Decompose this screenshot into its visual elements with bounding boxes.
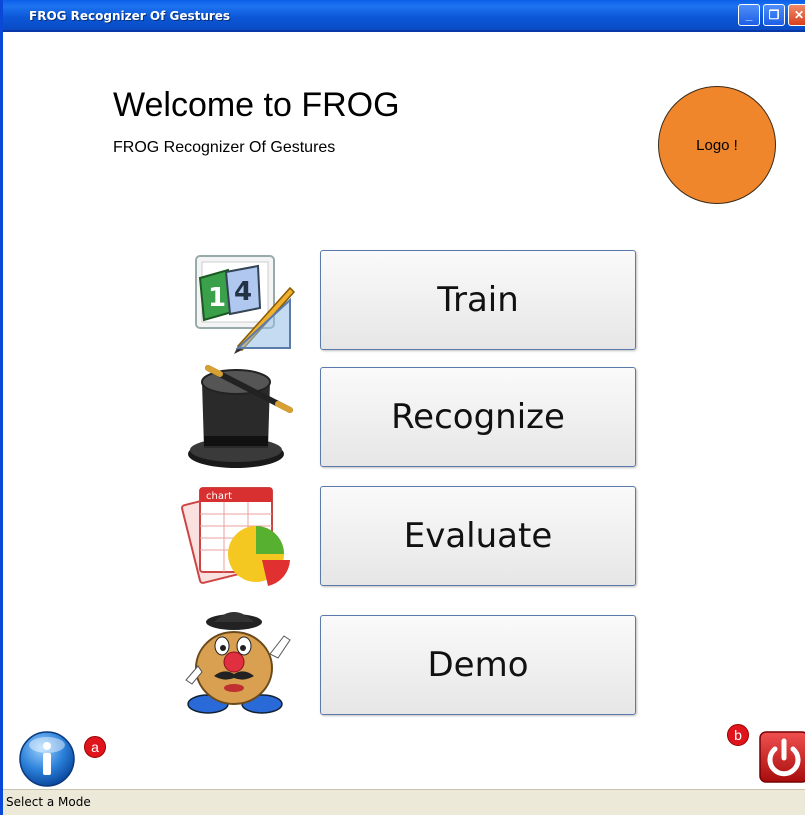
train-button[interactable]: Train [320,250,636,350]
maximize-icon: ❐ [768,8,780,22]
potato-head-icon [185,612,291,714]
info-button[interactable] [17,731,79,787]
annotation-b-label: b [734,727,742,743]
svg-text:1: 1 [208,283,226,313]
minimize-button[interactable]: _ [738,4,760,26]
power-button[interactable] [759,731,805,783]
svg-text:4: 4 [234,277,252,307]
demo-label: Demo [427,645,529,685]
demo-button[interactable]: Demo [320,615,636,715]
title-bar[interactable]: FROG Recognizer Of Gestures _ ❐ ✕ [3,0,805,32]
train-label: Train [437,280,519,320]
annotation-badge-b: b [727,724,749,746]
chart-icon: chart [181,487,290,586]
logo: Logo ! [658,86,776,204]
page-title: Welcome to FROG [113,86,400,124]
annotation-a-label: a [91,739,99,755]
evaluate-label: Evaluate [403,516,553,556]
status-text: Select a Mode [6,795,91,809]
app-window: FROG Recognizer Of Gestures _ ❐ ✕ Welcom… [0,0,805,815]
page-subtitle: FROG Recognizer Of Gestures [113,139,336,156]
ruler-pencil-icon: 1 4 [195,255,296,354]
maximize-button[interactable]: ❐ [763,4,785,26]
svg-text:chart: chart [206,491,232,502]
minimize-icon: _ [745,8,753,22]
window-title: FROG Recognizer Of Gestures [29,9,231,23]
close-icon: ✕ [793,8,805,22]
close-button[interactable]: ✕ [788,4,805,26]
annotation-badge-a: a [84,736,106,758]
recognize-label: Recognize [391,397,565,437]
evaluate-button[interactable]: Evaluate [320,486,636,586]
status-bar: Select a Mode [3,789,805,815]
logo-text: Logo ! [696,136,738,154]
magic-hat-icon [188,365,293,468]
recognize-button[interactable]: Recognize [320,367,636,467]
